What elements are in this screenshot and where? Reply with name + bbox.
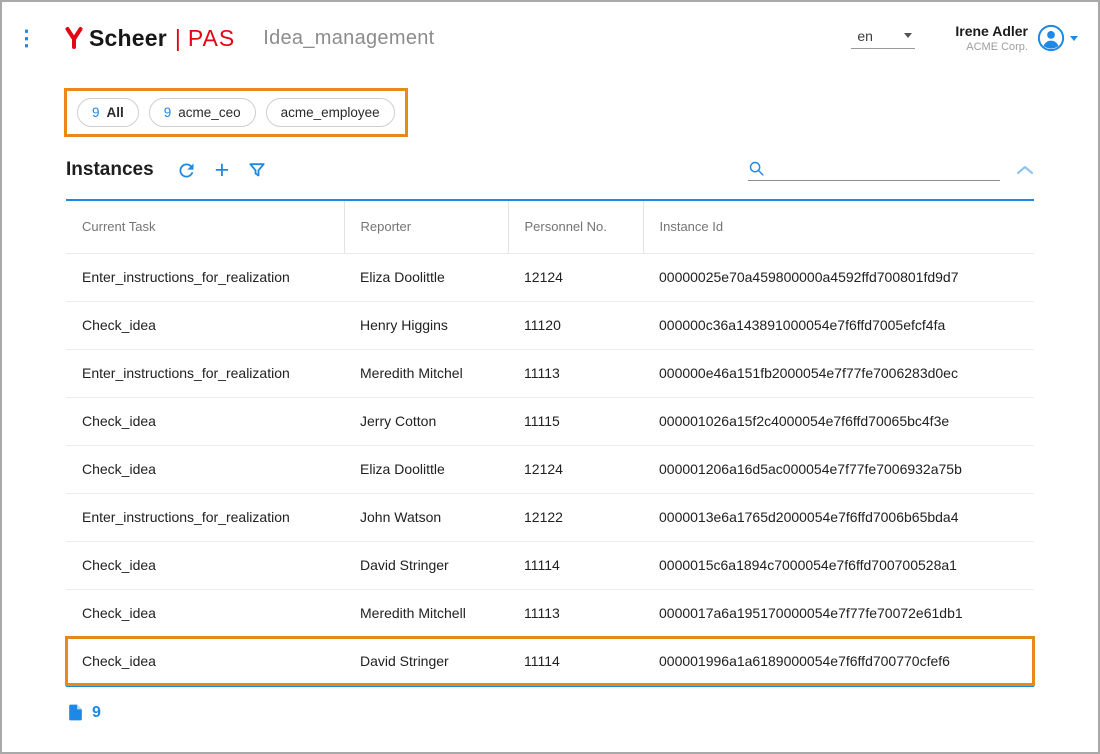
cell-current-task: Check_idea xyxy=(66,637,344,685)
filter-funnel-icon xyxy=(247,160,267,180)
filter-chip-acme-ceo[interactable]: 9 acme_ceo xyxy=(149,98,256,127)
filter-chips-annotation-box: 9 All 9 acme_ceo acme_employee xyxy=(64,88,408,137)
cell-personnel-no: 12124 xyxy=(508,445,643,493)
cell-instance-id: 0000017a6a195170000054e7f77fe70072e61db1 xyxy=(643,589,1034,637)
cell-instance-id: 000001996a1a6189000054e7f6ffd700770cfef6 xyxy=(643,637,1034,685)
cell-reporter: Henry Higgins xyxy=(344,301,508,349)
chip-count: 9 xyxy=(164,105,172,120)
cell-personnel-no: 11120 xyxy=(508,301,643,349)
user-org: ACME Corp. xyxy=(955,41,1028,53)
instances-table-wrap: Current Task Reporter Personnel No. Inst… xyxy=(66,199,1034,687)
refresh-button[interactable] xyxy=(176,160,197,181)
cell-current-task: Enter_instructions_for_realization xyxy=(66,493,344,541)
table-row[interactable]: Check_idea Eliza Doolittle 12124 0000012… xyxy=(66,445,1034,493)
scheer-logo-icon xyxy=(64,26,84,50)
filter-chip-acme-employee[interactable]: acme_employee xyxy=(266,98,395,127)
avatar-icon xyxy=(1037,24,1065,52)
cell-current-task: Check_idea xyxy=(66,541,344,589)
cell-current-task: Check_idea xyxy=(66,445,344,493)
user-chevron-down-icon xyxy=(1070,36,1078,41)
cell-reporter: David Stringer xyxy=(344,637,508,685)
cell-personnel-no: 12122 xyxy=(508,493,643,541)
filter-button[interactable] xyxy=(247,160,267,180)
results-footer: 9 xyxy=(66,702,1034,723)
cell-reporter: Eliza Doolittle xyxy=(344,445,508,493)
column-header-instance-id[interactable]: Instance Id xyxy=(643,201,1034,253)
page-title: Idea_management xyxy=(263,27,434,50)
collapse-button[interactable] xyxy=(1016,164,1034,181)
document-icon xyxy=(66,702,85,723)
kebab-menu-icon[interactable]: ⋮ xyxy=(16,28,38,49)
column-header-personnel-no[interactable]: Personnel No. xyxy=(508,201,643,253)
table-body: Enter_instructions_for_realization Eliza… xyxy=(66,253,1034,685)
cell-personnel-no: 12124 xyxy=(508,253,643,301)
cell-personnel-no: 11113 xyxy=(508,349,643,397)
chip-label: acme_ceo xyxy=(178,105,240,120)
logo-product: PAS xyxy=(188,25,235,52)
scheer-logo: Scheer | PAS xyxy=(64,25,235,52)
add-button[interactable]: + xyxy=(215,160,230,180)
cell-current-task: Check_idea xyxy=(66,589,344,637)
table-row[interactable]: Enter_instructions_for_realization John … xyxy=(66,493,1034,541)
chevron-up-icon xyxy=(1016,164,1034,176)
page: ⋮ Scheer | PAS Idea_management en Irene … xyxy=(0,0,1100,754)
result-count: 9 xyxy=(92,704,101,722)
table-row[interactable]: Check_idea Jerry Cotton 11115 000001026a… xyxy=(66,397,1034,445)
cell-reporter: John Watson xyxy=(344,493,508,541)
cell-reporter: Eliza Doolittle xyxy=(344,253,508,301)
cell-instance-id: 000000e46a151fb2000054e7f77fe7006283d0ec xyxy=(643,349,1034,397)
cell-current-task: Check_idea xyxy=(66,301,344,349)
search-icon xyxy=(748,160,765,177)
cell-personnel-no: 11113 xyxy=(508,589,643,637)
cell-instance-id: 000001206a16d5ac000054e7f77fe7006932a75b xyxy=(643,445,1034,493)
cell-instance-id: 000001026a15f2c4000054e7f6ffd70065bc4f3e xyxy=(643,397,1034,445)
chip-label: acme_employee xyxy=(281,105,380,120)
cell-instance-id: 000000c36a143891000054e7f6ffd7005efcf4fa xyxy=(643,301,1034,349)
chip-label: All xyxy=(107,105,124,120)
instances-table: Current Task Reporter Personnel No. Inst… xyxy=(66,201,1034,685)
cell-reporter: Jerry Cotton xyxy=(344,397,508,445)
cell-instance-id: 00000025e70a459800000a4592ffd700801fd9d7 xyxy=(643,253,1034,301)
plus-icon: + xyxy=(215,160,230,180)
table-row[interactable]: Enter_instructions_for_realization Eliza… xyxy=(66,253,1034,301)
cell-instance-id: 0000013e6a1765d2000054e7f6ffd7006b65bda4 xyxy=(643,493,1034,541)
cell-current-task: Check_idea xyxy=(66,397,344,445)
table-row[interactable]: Check_idea David Stringer 11114 0000015c… xyxy=(66,541,1034,589)
cell-reporter: David Stringer xyxy=(344,541,508,589)
table-row[interactable]: Check_idea Henry Higgins 11120 000000c36… xyxy=(66,301,1034,349)
cell-reporter: Meredith Mitchel xyxy=(344,349,508,397)
column-header-current-task[interactable]: Current Task xyxy=(66,201,344,253)
table-row[interactable]: Enter_instructions_for_realization Mered… xyxy=(66,349,1034,397)
column-header-reporter[interactable]: Reporter xyxy=(344,201,508,253)
search-input[interactable] xyxy=(773,160,1000,176)
user-name: Irene Adler xyxy=(955,23,1028,39)
table-row[interactable]: Check_idea David Stringer 11114 00000199… xyxy=(66,637,1034,685)
section-title: Instances xyxy=(66,159,154,181)
cell-personnel-no: 11114 xyxy=(508,541,643,589)
table-row[interactable]: Check_idea Meredith Mitchell 11113 00000… xyxy=(66,589,1034,637)
logo-brand: Scheer xyxy=(89,25,167,52)
search-box xyxy=(748,160,1000,181)
cell-current-task: Enter_instructions_for_realization xyxy=(66,349,344,397)
instances-toolbar: Instances + xyxy=(66,153,1034,187)
logo-separator: | xyxy=(175,25,181,52)
search-area xyxy=(748,160,1034,181)
refresh-icon xyxy=(176,160,197,181)
chip-count: 9 xyxy=(92,105,100,120)
app-header: ⋮ Scheer | PAS Idea_management en Irene … xyxy=(2,2,1098,60)
user-info: Irene Adler ACME Corp. xyxy=(955,23,1028,53)
user-menu[interactable]: Irene Adler ACME Corp. xyxy=(955,23,1078,53)
cell-personnel-no: 11115 xyxy=(508,397,643,445)
cell-reporter: Meredith Mitchell xyxy=(344,589,508,637)
chevron-down-icon xyxy=(904,33,912,38)
language-value: en xyxy=(857,28,873,44)
cell-current-task: Enter_instructions_for_realization xyxy=(66,253,344,301)
cell-personnel-no: 11114 xyxy=(508,637,643,685)
filter-chip-all[interactable]: 9 All xyxy=(77,98,139,127)
table-header-row: Current Task Reporter Personnel No. Inst… xyxy=(66,201,1034,253)
cell-instance-id: 0000015c6a1894c7000054e7f6ffd700700528a1 xyxy=(643,541,1034,589)
language-select[interactable]: en xyxy=(851,28,915,49)
